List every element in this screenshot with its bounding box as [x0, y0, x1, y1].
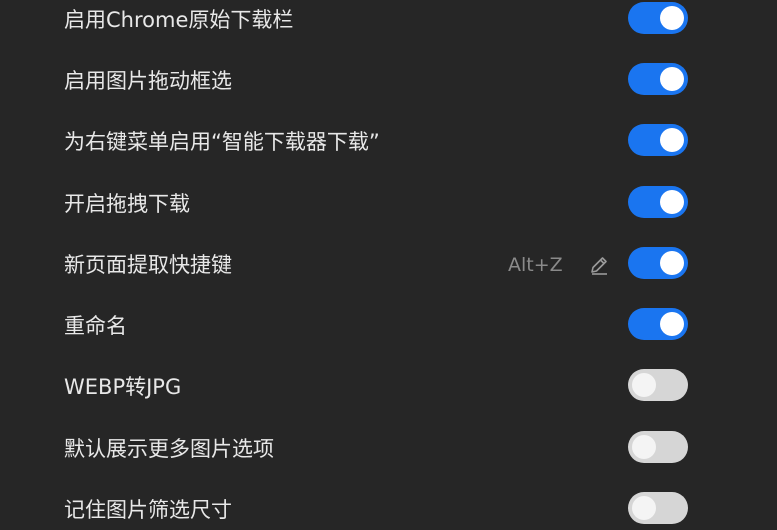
- setting-row-remember-filter-size: 记住图片筛选尺寸: [0, 490, 777, 530]
- toggle-knob: [660, 190, 684, 214]
- toggle-knob: [660, 251, 684, 275]
- toggle-knob: [660, 128, 684, 152]
- setting-label: 为右键菜单启用“智能下载器下载”: [64, 130, 380, 154]
- toggle-knob: [660, 6, 684, 30]
- new-page-shortcut-toggle[interactable]: [628, 247, 688, 279]
- toggle-knob: [632, 496, 656, 520]
- setting-label: 启用图片拖动框选: [64, 69, 232, 93]
- setting-row-new-page-shortcut: 新页面提取快捷键 Alt+Z: [0, 245, 777, 285]
- setting-label: 开启拖拽下载: [64, 192, 190, 216]
- setting-label: 记住图片筛选尺寸: [64, 498, 232, 522]
- toggle-knob: [660, 312, 684, 336]
- setting-label: WEBP转JPG: [64, 375, 182, 399]
- setting-row-chrome-download-bar: 启用Chrome原始下载栏: [0, 0, 777, 40]
- toggle-knob: [632, 373, 656, 397]
- setting-label: 新页面提取快捷键: [64, 253, 232, 277]
- remember-filter-size-toggle[interactable]: [628, 492, 688, 524]
- rename-toggle[interactable]: [628, 308, 688, 340]
- drag-download-toggle[interactable]: [628, 186, 688, 218]
- chrome-download-bar-toggle[interactable]: [628, 2, 688, 34]
- settings-list: 启用Chrome原始下载栏 启用图片拖动框选 为右键菜单启用“智能下载器下载” …: [0, 0, 777, 524]
- toggle-knob: [660, 67, 684, 91]
- show-more-image-options-toggle[interactable]: [628, 431, 688, 463]
- shortcut-value: Alt+Z: [508, 254, 563, 276]
- setting-label: 默认展示更多图片选项: [64, 437, 274, 461]
- setting-row-webp-to-jpg: WEBP转JPG: [0, 367, 777, 407]
- image-drag-select-toggle[interactable]: [628, 63, 688, 95]
- setting-row-context-menu-download: 为右键菜单启用“智能下载器下载”: [0, 122, 777, 162]
- setting-row-image-drag-select: 启用图片拖动框选: [0, 61, 777, 101]
- webp-to-jpg-toggle[interactable]: [628, 369, 688, 401]
- toggle-knob: [632, 435, 656, 459]
- setting-label: 重命名: [64, 314, 127, 338]
- setting-row-drag-download: 开启拖拽下载: [0, 184, 777, 224]
- setting-label: 启用Chrome原始下载栏: [64, 8, 294, 32]
- context-menu-download-toggle[interactable]: [628, 124, 688, 156]
- setting-row-show-more-image-options: 默认展示更多图片选项: [0, 429, 777, 469]
- setting-row-rename: 重命名: [0, 306, 777, 346]
- pencil-edit-icon[interactable]: [588, 254, 610, 276]
